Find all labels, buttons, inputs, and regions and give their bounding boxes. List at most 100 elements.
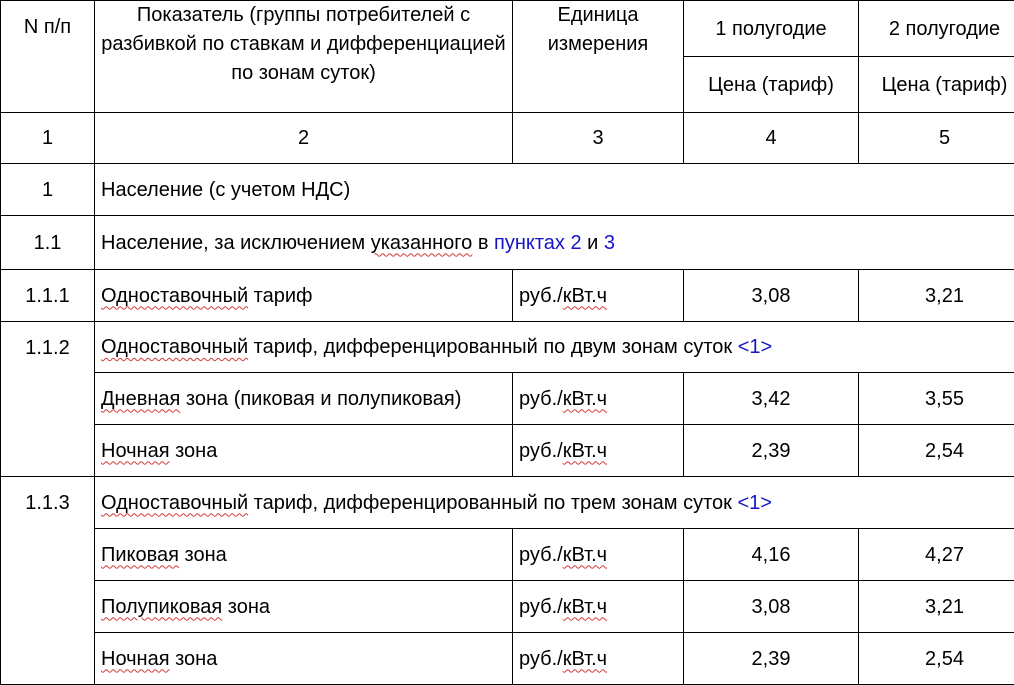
row-number: 1.1.3 (1, 477, 95, 685)
row-number-label: 1.1 (34, 232, 62, 254)
unit-word: кВт.ч (563, 388, 607, 410)
unit-word: кВт.ч (563, 544, 607, 566)
footnote-link[interactable]: <1> (738, 336, 772, 358)
row-value-half1: 3,08 (684, 581, 859, 633)
colnum-3-label: 3 (592, 127, 603, 149)
row-value-half1: 2,39 (684, 425, 859, 477)
row-label-text: тариф, дифференцированный по трем зонам … (248, 492, 737, 514)
table-row: 1.1.2 Одноставочный тариф, дифференциров… (1, 322, 1014, 373)
unit-text: руб./ (519, 285, 563, 307)
value-text: 3,08 (752, 285, 791, 307)
row-value-half1: 2,39 (684, 633, 859, 685)
header-number: N п/п (1, 1, 95, 113)
row-number: 1.1 (1, 216, 95, 270)
table-row: Полупиковая зона руб./кВт.ч 3,08 3,21 (1, 581, 1014, 633)
table-row: 1 Население (с учетом НДС) (1, 164, 1014, 216)
unit-text: руб./ (519, 648, 563, 670)
colnum-3: 3 (513, 113, 684, 164)
value-text: 3,21 (925, 285, 964, 307)
row-unit: руб./кВт.ч (513, 425, 684, 477)
colnum-2: 2 (95, 113, 513, 164)
unit-word: кВт.ч (563, 440, 607, 462)
table-row: Ночная зона руб./кВт.ч 2,39 2,54 (1, 425, 1014, 477)
row-label: Ночная зона (95, 425, 513, 477)
row-value-half1: 3,08 (684, 270, 859, 322)
header-half2: 2 полугодие (859, 1, 1014, 57)
row-label: Население, за исключением указанного в п… (95, 216, 1014, 270)
row-value-half2: 2,54 (859, 633, 1014, 685)
row-label: Полупиковая зона (95, 581, 513, 633)
row-label-text: зона (170, 440, 218, 462)
row-label-word: Полупиковая (101, 596, 222, 618)
header-indicator-label: Показатель (группы потребителей с разбив… (101, 4, 505, 84)
row-label-word: указанного (371, 232, 473, 254)
row-label-word: Одноставочный (101, 336, 248, 358)
header-price-half2-label: Цена (тариф) (882, 74, 1008, 96)
table-row: 1.1.1 Одноставочный тариф руб./кВт.ч 3,0… (1, 270, 1014, 322)
row-label: Одноставочный тариф, дифференцированный … (95, 322, 1014, 373)
row-value-half1: 4,16 (684, 529, 859, 581)
colnum-4: 4 (684, 113, 859, 164)
row-label: Ночная зона (95, 633, 513, 685)
table-row: 1.1 Население, за исключением указанного… (1, 216, 1014, 270)
header-indicator: Показатель (группы потребителей с разбив… (95, 1, 513, 113)
value-text: 3,08 (752, 596, 791, 618)
value-text: 2,54 (925, 648, 964, 670)
row-number-label: 1.1.1 (25, 285, 69, 307)
unit-text: руб./ (519, 544, 563, 566)
row-label: Одноставочный тариф (95, 270, 513, 322)
row-label-text: зона (пиковая и полупиковая) (180, 388, 461, 410)
row-label-text: в (472, 232, 494, 254)
value-text: 4,16 (752, 544, 791, 566)
row-number-label: 1.1.2 (25, 337, 69, 359)
value-text: 2,39 (752, 648, 791, 670)
row-unit: руб./кВт.ч (513, 581, 684, 633)
footnote-link[interactable]: <1> (737, 492, 771, 514)
header-half1: 1 полугодие (684, 1, 859, 57)
row-label: Одноставочный тариф, дифференцированный … (95, 477, 1014, 529)
row-label-word: Пиковая (101, 544, 179, 566)
value-text: 2,54 (925, 440, 964, 462)
points-link[interactable]: пунктах 2 (494, 232, 582, 254)
row-value-half2: 4,27 (859, 529, 1014, 581)
header-price-half1: Цена (тариф) (684, 57, 859, 113)
row-label-text: Население (с учетом НДС) (101, 179, 350, 201)
row-value-half2: 2,54 (859, 425, 1014, 477)
header-half2-label: 2 полугодие (889, 18, 1000, 40)
row-label-word: Ночная (101, 648, 170, 670)
header-unit: Единица измерения (513, 1, 684, 113)
row-number: 1.1.1 (1, 270, 95, 322)
colnum-5-label: 5 (939, 127, 950, 149)
header-price-half2: Цена (тариф) (859, 57, 1014, 113)
row-label-text: зона (179, 544, 227, 566)
row-label-text: и (582, 232, 604, 254)
row-label-word: Одноставочный (101, 285, 248, 307)
point-3-link[interactable]: 3 (604, 232, 615, 254)
row-label-text: тариф (248, 285, 312, 307)
row-unit: руб./кВт.ч (513, 529, 684, 581)
header-half1-label: 1 полугодие (715, 18, 826, 40)
table-row: 1.1.3 Одноставочный тариф, дифференциров… (1, 477, 1014, 529)
row-number-label: 1 (42, 179, 53, 201)
row-value-half2: 3,21 (859, 270, 1014, 322)
tariff-table: N п/п Показатель (группы потребителей с … (0, 0, 1014, 685)
table-row: Пиковая зона руб./кВт.ч 4,16 4,27 (1, 529, 1014, 581)
unit-text: руб./ (519, 440, 563, 462)
row-number: 1.1.2 (1, 322, 95, 477)
colnum-5: 5 (859, 113, 1014, 164)
row-unit: руб./кВт.ч (513, 373, 684, 425)
row-value-half1: 3,42 (684, 373, 859, 425)
row-label-text: зона (170, 648, 218, 670)
row-label-text: Население, за исключением (101, 232, 371, 254)
header-price-half1-label: Цена (тариф) (708, 74, 834, 96)
colnum-2-label: 2 (298, 127, 309, 149)
row-value-half2: 3,21 (859, 581, 1014, 633)
value-text: 4,27 (925, 544, 964, 566)
value-text: 3,21 (925, 596, 964, 618)
colnum-1-label: 1 (42, 127, 53, 149)
row-label-text: зона (222, 596, 270, 618)
row-label: Пиковая зона (95, 529, 513, 581)
row-value-half2: 3,55 (859, 373, 1014, 425)
unit-word: кВт.ч (563, 648, 607, 670)
table-row: Ночная зона руб./кВт.ч 2,39 2,54 (1, 633, 1014, 685)
